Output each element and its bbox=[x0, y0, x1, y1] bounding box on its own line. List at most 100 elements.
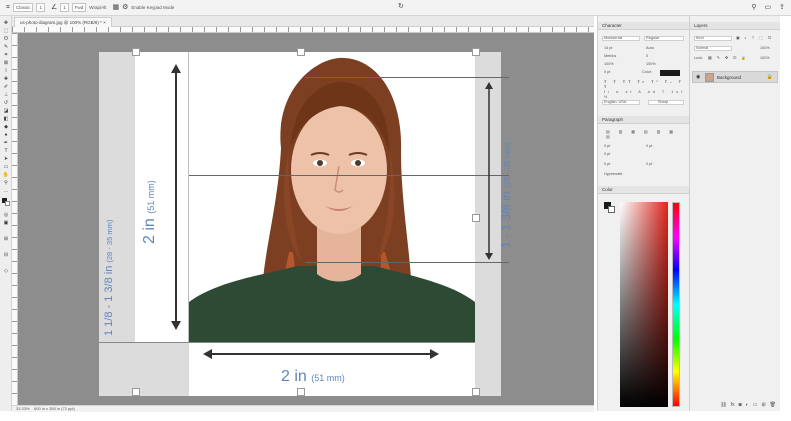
character-panel-header[interactable]: Character bbox=[598, 22, 689, 30]
tool-extra3-icon[interactable]: ◇ bbox=[2, 268, 10, 274]
quick-select-icon[interactable]: ✎ bbox=[2, 44, 10, 50]
gradient-tool-icon[interactable]: ◧ bbox=[2, 116, 10, 122]
eyedropper-icon[interactable]: ⌇ bbox=[2, 68, 10, 74]
alignment-buttons[interactable]: ▤ ▥ ▦ ▤ ▥ ▦ ▤ bbox=[606, 130, 689, 140]
adjustment-layer-icon[interactable]: ◐ bbox=[746, 402, 749, 408]
grid-icon[interactable]: ▦ bbox=[112, 3, 119, 12]
transform-handle-tr[interactable] bbox=[472, 48, 480, 56]
brush-tool-icon[interactable]: ✐ bbox=[2, 84, 10, 90]
rotate-icon[interactable]: ↻ bbox=[398, 2, 404, 11]
zoom-level[interactable]: 33.33% bbox=[16, 406, 30, 411]
hue-slider[interactable] bbox=[672, 202, 680, 407]
type-tool-icon[interactable]: T bbox=[2, 148, 10, 154]
width-field[interactable]: 1 bbox=[36, 3, 45, 12]
search-icon[interactable]: ⚲ bbox=[751, 3, 756, 12]
color-picker-field[interactable] bbox=[620, 202, 668, 407]
hand-tool-icon[interactable]: ✋ bbox=[2, 172, 10, 178]
wrap-label[interactable]: Wrap/Alt bbox=[89, 5, 106, 10]
transform-handle-bottom[interactable] bbox=[297, 388, 305, 396]
screen-mode-icon[interactable]: ▣ bbox=[2, 220, 10, 226]
zoom-tool-icon[interactable]: ⚲ bbox=[2, 180, 10, 186]
blur-tool-icon[interactable]: ◆ bbox=[2, 124, 10, 130]
eraser-icon[interactable]: ◪ bbox=[2, 108, 10, 114]
paragraph-panel-title: Paragraph bbox=[602, 117, 624, 122]
font-size-value[interactable]: 14 pt bbox=[604, 46, 612, 51]
left-dimension-label: 2 in (51 mm) bbox=[141, 180, 159, 244]
background-color-swatch[interactable] bbox=[5, 201, 10, 206]
angle-field[interactable]: 1 bbox=[60, 3, 69, 12]
layers-panel-header[interactable]: Layers bbox=[690, 22, 780, 30]
tool-extra-icon[interactable]: ⊞ bbox=[2, 236, 10, 242]
fill-value[interactable]: 100% bbox=[760, 56, 770, 61]
indent-right-value[interactable]: 0 pt bbox=[646, 144, 652, 149]
opentype-buttons[interactable]: fi ơ st A ad T 1st ½ bbox=[604, 90, 689, 100]
layers-panel: Layers Kind ▣ ◐ T ⬚ ⊡ Normal 100% Lock: … bbox=[689, 16, 780, 411]
move-tool-icon[interactable]: ✥ bbox=[2, 20, 10, 26]
mode-select[interactable]: Classic bbox=[12, 3, 34, 12]
new-group-icon[interactable]: ▭ bbox=[753, 402, 758, 408]
kerning-value[interactable]: Metrics bbox=[604, 54, 616, 59]
new-layer-icon[interactable]: ⊞ bbox=[761, 402, 765, 408]
visibility-eye-icon[interactable]: ◉ bbox=[696, 74, 700, 81]
text-style-buttons[interactable]: T T TT Tr T¹ T₁ T T bbox=[604, 80, 689, 90]
indent-left-value[interactable]: 0 pt bbox=[604, 144, 610, 149]
clone-stamp-icon[interactable]: ⊥ bbox=[2, 92, 10, 98]
horizontal-scale-value[interactable]: 100% bbox=[646, 62, 656, 67]
workspace-icon[interactable]: ▭ bbox=[765, 3, 772, 12]
lasso-tool-icon[interactable]: ʘ bbox=[2, 36, 10, 42]
healing-brush-icon[interactable]: ✚ bbox=[2, 76, 10, 82]
far-left-dimension-label: 1 1/8 - 1 3/8 in (28 - 35 mm) bbox=[103, 220, 115, 336]
leading-value[interactable]: Auto bbox=[646, 46, 654, 51]
lock-label: Lock: bbox=[694, 56, 704, 60]
indent-first-value[interactable]: 0 pt bbox=[604, 152, 610, 157]
frame-tool-icon[interactable]: ⊠ bbox=[2, 60, 10, 66]
document-tab[interactable]: us-photo-diagram.jpg @ 100% (RGB/8) * × bbox=[14, 17, 112, 27]
layer-row-background[interactable]: ◉ Background 🔒 bbox=[692, 71, 778, 83]
transform-handle-bl[interactable] bbox=[132, 388, 140, 396]
share-icon[interactable]: ⇪ bbox=[779, 3, 785, 12]
color-panel-header[interactable]: Color bbox=[598, 186, 689, 194]
crop-tool-icon[interactable]: ⌗ bbox=[6, 3, 10, 12]
marquee-tool-icon[interactable]: ⬚ bbox=[2, 28, 10, 34]
fwd-button[interactable]: Fwd bbox=[71, 3, 87, 12]
hyphenate-checkbox[interactable]: Hyphenate bbox=[604, 172, 622, 177]
tool-extra2-icon[interactable]: ⊟ bbox=[2, 252, 10, 258]
delete-layer-icon[interactable]: 🗑 bbox=[770, 402, 776, 408]
character-paragraph-color-panels: Character Montserrat Regular 14 pt Auto … bbox=[597, 16, 689, 411]
pen-tool-icon[interactable]: ✒ bbox=[2, 140, 10, 146]
transform-handle-right[interactable] bbox=[472, 214, 480, 222]
path-select-icon[interactable]: ➤ bbox=[2, 156, 10, 162]
fx-icon[interactable]: fx bbox=[731, 402, 735, 408]
gear-icon[interactable]: ⚙ bbox=[122, 3, 128, 12]
history-brush-icon[interactable]: ↺ bbox=[2, 100, 10, 106]
quick-mask-icon[interactable]: ◎ bbox=[2, 212, 10, 218]
dodge-tool-icon[interactable]: ● bbox=[2, 132, 10, 138]
transform-handle-top[interactable] bbox=[297, 48, 305, 56]
transform-handle-br[interactable] bbox=[472, 388, 480, 396]
color-background-swatch[interactable] bbox=[608, 206, 615, 213]
document-canvas[interactable]: 2 in (51 mm) 2 in (51 mm) 1 - 1 3/8 in (… bbox=[18, 33, 594, 405]
paragraph-panel-header[interactable]: Paragraph bbox=[598, 116, 689, 124]
space-before-value[interactable]: 0 pt bbox=[604, 162, 610, 167]
add-mask-icon[interactable]: ◙ bbox=[739, 402, 742, 408]
character-panel-title: Character bbox=[602, 23, 622, 28]
vertical-scale-value[interactable]: 100% bbox=[604, 62, 614, 67]
opacity-value[interactable]: 100% bbox=[760, 46, 770, 51]
angle-icon[interactable]: ∠ bbox=[51, 3, 57, 12]
space-after-value[interactable]: 0 pt bbox=[646, 162, 652, 167]
status-bar: 33.33% 600 in x 350 in (72 ppi) bbox=[12, 405, 594, 412]
crop-icon[interactable]: ⌗ bbox=[2, 52, 10, 58]
keypad-mode-label[interactable]: Enable Keypad Mode bbox=[131, 5, 174, 10]
text-color-swatch[interactable] bbox=[660, 70, 680, 76]
right-dim-metric: (25 - 35 mm) bbox=[503, 142, 512, 188]
shape-tool-icon[interactable]: ▭ bbox=[2, 164, 10, 170]
tracking-value[interactable]: 0 bbox=[646, 54, 648, 59]
link-layers-icon[interactable]: ⛓ bbox=[720, 402, 726, 408]
transform-handle-tl[interactable] bbox=[132, 48, 140, 56]
layers-filter-icons[interactable]: ▣ ◐ T ⬚ ⊡ bbox=[736, 36, 773, 41]
lock-icons[interactable]: ▦ ✎ ✥ ⊡ 🔒 bbox=[708, 56, 748, 61]
close-tab-icon[interactable]: × bbox=[103, 20, 106, 25]
baseline-shift-value[interactable]: 0 pt bbox=[604, 70, 610, 75]
layer-thumbnail bbox=[705, 73, 714, 82]
more-tools-icon[interactable]: … bbox=[2, 188, 10, 194]
